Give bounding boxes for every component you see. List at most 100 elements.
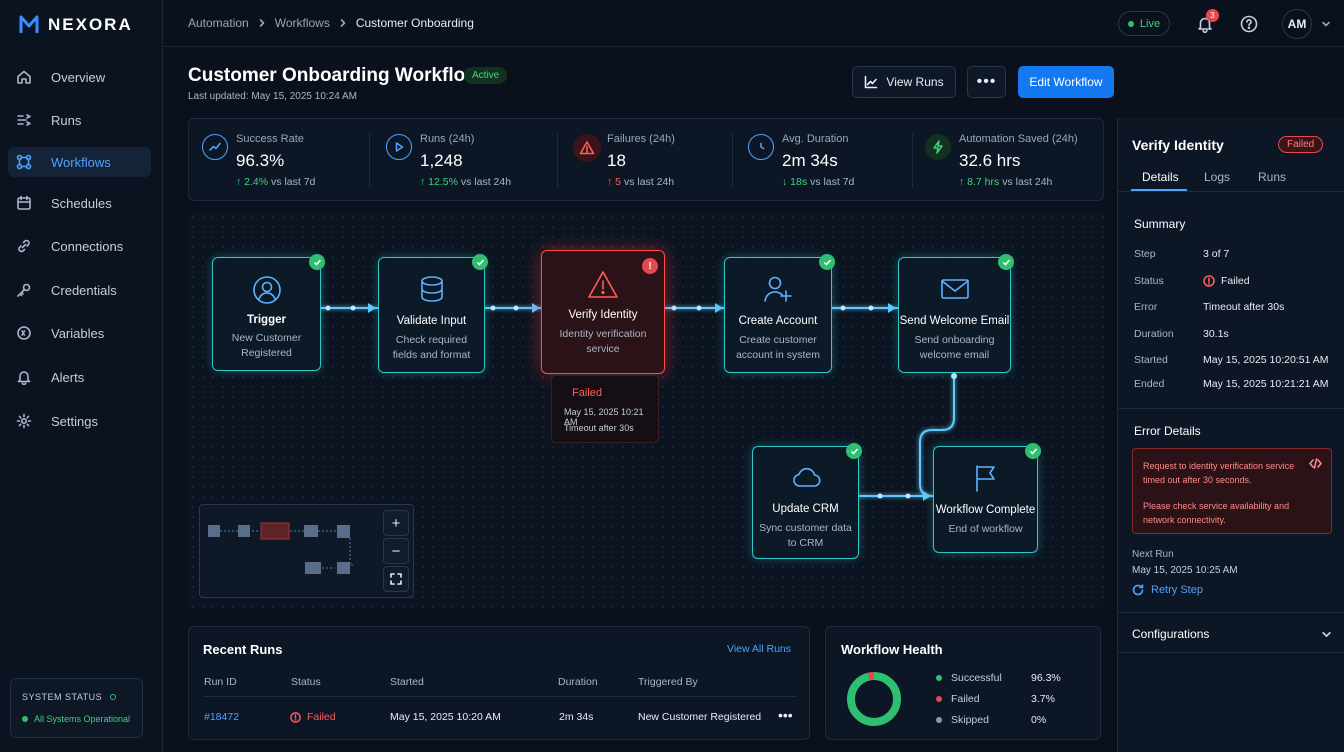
fit-view-button[interactable] — [383, 566, 409, 592]
chevron-down-icon[interactable] — [1321, 19, 1331, 29]
node-description: Identity verification service — [559, 328, 647, 355]
warning-icon — [573, 134, 601, 162]
legend-value: 0% — [1031, 714, 1047, 726]
stat-delta: ↑ 2.4% — [236, 176, 269, 188]
more-options-button[interactable]: ••• — [967, 66, 1006, 98]
zoom-out-button[interactable]: − — [383, 538, 409, 564]
node-description: Check required fields and format — [392, 334, 471, 361]
error-circle-icon — [290, 711, 301, 723]
summary-value: Timeout after 30s — [1203, 301, 1285, 313]
chevron-down-icon[interactable] — [1321, 629, 1332, 640]
stat-delta: ↓ 18s — [782, 176, 808, 188]
cloud-icon — [792, 467, 821, 487]
breadcrumb-automation[interactable]: Automation — [188, 16, 249, 30]
stat-compare: vs last 7d — [271, 176, 316, 188]
sidebar-item-workflows[interactable]: Workflows — [8, 147, 151, 177]
workflow-node-verify-identity[interactable]: ! Verify Identity Identity verification … — [541, 250, 665, 374]
retry-step-button[interactable]: Retry Step — [1132, 584, 1203, 596]
zoom-in-button[interactable]: + — [383, 510, 409, 536]
divider — [732, 133, 733, 188]
legend-label: Successful — [951, 672, 1002, 684]
sidebar-item-alerts[interactable]: Alerts — [8, 362, 151, 392]
workflow-node-trigger[interactable]: Trigger New Customer Registered — [212, 254, 325, 371]
fullscreen-icon — [390, 573, 402, 585]
flag-icon — [975, 465, 995, 492]
chart-line-icon — [865, 75, 878, 89]
link-icon — [18, 239, 30, 253]
error-circle-icon — [1203, 275, 1215, 287]
sidebar-item-connections[interactable]: Connections — [8, 231, 151, 261]
recent-runs-card: Recent Runs View All Runs Run ID Status … — [188, 626, 810, 740]
refresh-icon — [1132, 584, 1144, 596]
topbar: Automation Workflows Customer Onboarding… — [164, 0, 1344, 47]
system-status-text: All Systems Operational — [34, 714, 131, 724]
summary-key: Duration — [1134, 328, 1174, 340]
code-icon[interactable] — [1309, 458, 1322, 469]
node-description: Create customer account in system — [735, 334, 821, 361]
node-title: Validate Input — [396, 315, 467, 327]
breadcrumb-workflows[interactable]: Workflows — [275, 16, 330, 30]
summary-key: Started — [1134, 354, 1168, 366]
view-all-runs-link[interactable]: View All Runs — [727, 643, 791, 655]
configurations-section[interactable]: Configurations — [1132, 627, 1209, 641]
summary-key: Step — [1134, 248, 1156, 260]
failure-label: Failed — [572, 387, 602, 399]
health-donut-chart — [847, 672, 901, 726]
stat-delta: ↑ 12.5% — [420, 176, 458, 188]
workflow-node-workflow-complete[interactable]: Workflow Complete End of workflow — [933, 443, 1041, 553]
column-header[interactable]: Run ID — [204, 676, 237, 688]
failure-tooltip: Failed May 15, 2025 10:21 AM Timeout aft… — [551, 375, 659, 443]
live-indicator[interactable]: Live — [1118, 11, 1170, 36]
check-icon — [846, 443, 862, 459]
legend-dot-failed — [936, 696, 942, 702]
sidebar-item-schedules[interactable]: Schedules — [8, 188, 151, 218]
tab-runs[interactable]: Runs — [1258, 170, 1286, 184]
divider — [1118, 408, 1344, 409]
sidebar-item-settings[interactable]: Settings — [8, 406, 151, 436]
row-more-button[interactable]: ••• — [778, 707, 793, 723]
logo[interactable]: NEXORA — [18, 12, 133, 38]
sidebar-item-credentials[interactable]: Credentials — [8, 275, 151, 305]
run-status: Failed — [307, 711, 336, 723]
workflow-node-create-account[interactable]: Create Account Create customer account i… — [724, 254, 835, 373]
run-triggered-by: New Customer Registered — [638, 711, 762, 723]
run-id-link[interactable]: #18472 — [204, 711, 239, 723]
column-header[interactable]: Duration — [558, 676, 598, 688]
column-header[interactable]: Status — [291, 676, 321, 688]
divider — [1118, 612, 1344, 613]
edit-workflow-button[interactable]: Edit Workflow — [1018, 66, 1114, 98]
sidebar-item-runs[interactable]: Runs — [8, 105, 151, 135]
column-header[interactable]: Started — [390, 676, 424, 688]
avatar[interactable]: AM — [1282, 9, 1312, 39]
error-hint: Please check service availability and ne… — [1143, 501, 1290, 525]
chevron-right-icon — [340, 19, 346, 27]
tab-logs[interactable]: Logs — [1204, 170, 1230, 184]
system-status-title: SYSTEM STATUS — [22, 692, 103, 702]
variable-icon — [17, 326, 31, 340]
run-duration: 2m 34s — [559, 711, 594, 723]
view-runs-button[interactable]: View Runs — [852, 66, 956, 98]
workflow-node-send-welcome-email[interactable]: Send Welcome Email Send onboarding welco… — [898, 254, 1014, 373]
sidebar-item-variables[interactable]: Variables — [8, 318, 151, 348]
error-message-box: Request to identity verification service… — [1132, 448, 1332, 534]
minimap[interactable]: + − — [199, 504, 414, 598]
workflow-canvas[interactable]: Trigger New Customer Registered Validate… — [188, 212, 1104, 608]
check-icon — [309, 254, 325, 270]
column-header[interactable]: Triggered By — [638, 676, 698, 688]
tab-details[interactable]: Details — [1142, 170, 1179, 184]
arrow-up-icon: ↑ — [420, 176, 429, 188]
calendar-icon — [17, 195, 31, 210]
page-title: Customer Onboarding Workflow — [188, 65, 481, 86]
sidebar-item-label: Workflows — [51, 154, 111, 170]
database-icon — [420, 276, 443, 302]
status-dot-icon — [22, 716, 28, 722]
node-title: Workflow Complete — [935, 504, 1036, 516]
workflow-node-validate-input[interactable]: Validate Input Check required fields and… — [378, 254, 488, 373]
sidebar-item-overview[interactable]: Overview — [8, 62, 151, 92]
help-icon[interactable] — [1240, 15, 1258, 33]
workflow-node-update-crm[interactable]: Update CRM Sync customer data to CRM — [752, 443, 862, 559]
failure-error: Timeout after 30s — [564, 423, 634, 433]
brand-name: NEXORA — [48, 15, 133, 34]
sidebar-item-label: Connections — [51, 238, 124, 254]
error-details-title: Error Details — [1134, 424, 1201, 438]
